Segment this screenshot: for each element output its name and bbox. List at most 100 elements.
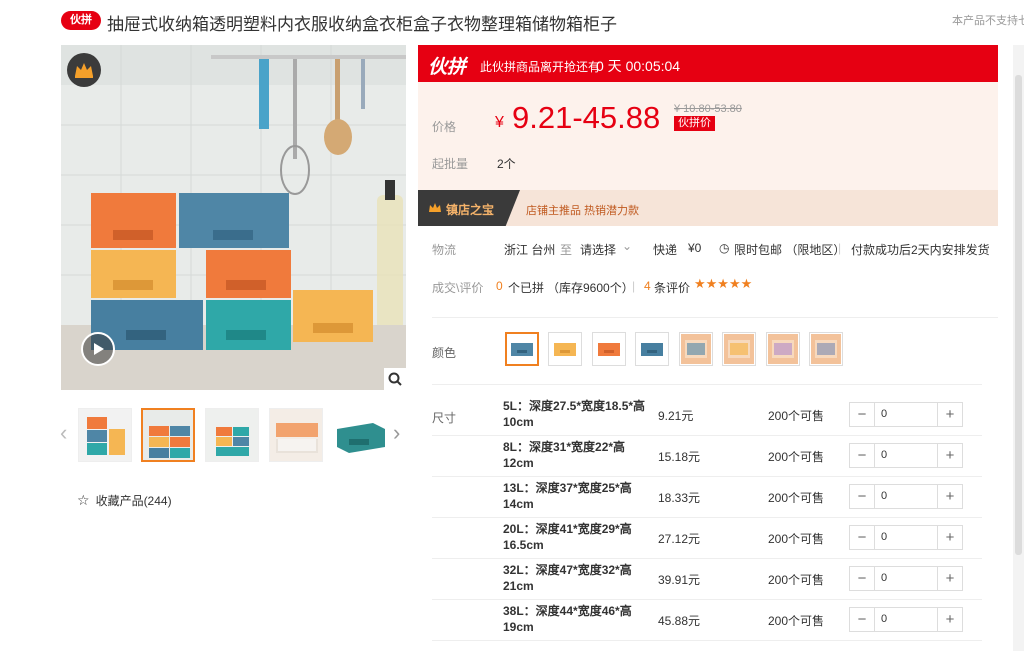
ship-time: 付款成功后2天内安排发货 [851, 243, 990, 257]
currency-symbol: ¥ [495, 114, 504, 131]
original-price: ¥ 10.80-53.80 [674, 103, 742, 115]
size-row: 32L：深度47*宽度32*高21cm 39.91元 200个可售 −0 + [432, 559, 982, 600]
ship-to-select[interactable]: 请选择 [580, 241, 616, 258]
color-swatch-photo-2[interactable] [722, 332, 756, 366]
plus-button[interactable]: + [938, 485, 962, 508]
thumbnail-1[interactable] [78, 408, 132, 462]
minus-button[interactable]: − [850, 526, 874, 549]
thumbnail-2-selected[interactable] [141, 408, 195, 462]
quantity-stepper: −0 + [849, 525, 963, 550]
crown-icon [67, 53, 101, 87]
thumb-prev-icon[interactable]: ‹ [60, 422, 67, 444]
huopin-price-tag: 伙拼价 [674, 116, 715, 131]
thumbnail-5[interactable] [332, 408, 386, 462]
divider: | [838, 241, 842, 255]
quantity-input[interactable]: 0 [874, 526, 938, 549]
quantity-stepper: −0 + [849, 402, 963, 427]
notice-text: 本产品不支持七 [952, 15, 1024, 27]
color-swatch-darkblue[interactable] [635, 332, 669, 366]
size-name: 8L：深度31*宽度22*高12cm [503, 440, 626, 470]
chevron-down-icon[interactable]: ⌄ [622, 239, 632, 253]
sold-count: 0 [496, 279, 503, 293]
thumbnail-3[interactable] [205, 408, 259, 462]
countdown-timer: 0 天 00:05:04 [596, 58, 681, 74]
quantity-input[interactable]: 0 [874, 485, 938, 508]
deals-label: 成交\评价 [432, 281, 484, 295]
size-price: 9.21元 [658, 409, 694, 423]
promo-banner: 伙拼 此伙拼商品离开抢还有 0 天 00:05:04 [418, 45, 998, 82]
free-ship-limit: 限时包邮 （限地区） [734, 243, 846, 257]
plus-button[interactable]: + [938, 567, 962, 590]
divider [432, 317, 998, 318]
play-video-icon[interactable] [81, 332, 115, 366]
crown-small-icon [428, 201, 442, 219]
quantity-input[interactable]: 0 [874, 608, 938, 631]
minus-button[interactable]: − [850, 403, 874, 426]
favorite-button[interactable]: ☆ 收藏产品(244) [77, 492, 172, 509]
size-price: 27.12元 [658, 532, 701, 546]
color-swatch-orange[interactable] [592, 332, 626, 366]
moq-value: 2个 [497, 157, 516, 171]
size-price: 39.91元 [658, 573, 701, 587]
express-fee: ¥0 [688, 241, 702, 255]
size-row: 38L：深度44*宽度46*高19cm 45.88元 200个可售 −0 + [432, 600, 982, 641]
ship-from: 浙江 台州 [504, 243, 556, 257]
rating-stars: ★★★★★ [694, 276, 753, 291]
size-price: 15.18元 [658, 450, 701, 464]
favorite-label: 收藏产品(244) [95, 494, 172, 508]
huopin-logo: 伙拼 [428, 57, 467, 78]
price-area: 价格 ¥ 9.21-45.88 ¥ 10.80-53.80 伙拼价 起批量 2个 [418, 82, 998, 190]
quantity-input[interactable]: 0 [874, 403, 938, 426]
size-price: 18.33元 [658, 491, 701, 505]
express-label: 快递 [653, 243, 678, 257]
color-swatch-yellow[interactable] [548, 332, 582, 366]
size-name: 20L：深度41*宽度29*高16.5cm [503, 522, 632, 552]
promo-text: 此伙拼商品离开抢还有 [480, 60, 601, 74]
plus-button[interactable]: + [938, 403, 962, 426]
minus-button[interactable]: − [850, 608, 874, 631]
divider: | [632, 279, 636, 293]
sold-text: 个已拼 [508, 281, 545, 295]
quantity-stepper: −0 + [849, 566, 963, 591]
price-label: 价格 [432, 120, 457, 134]
logistics-label: 物流 [432, 243, 457, 257]
quantity-input[interactable]: 0 [874, 444, 938, 467]
product-title: 抽屉式收纳箱透明塑料内衣服收纳盒衣柜盒子衣物整理箱储物箱柜子 [107, 15, 617, 34]
plus-button[interactable]: + [938, 444, 962, 467]
plus-button[interactable]: + [938, 608, 962, 631]
color-swatch-photo-3[interactable] [766, 332, 800, 366]
product-photo [61, 45, 406, 390]
title-bar: 伙拼 抽屉式收纳箱透明塑料内衣服收纳盒衣柜盒子衣物整理箱储物箱柜子 本产品不支持… [0, 0, 1024, 44]
price-range: 9.21-45.88 [512, 100, 661, 135]
size-stock: 200个可售 [768, 532, 825, 546]
color-swatch-blue[interactable] [505, 332, 539, 366]
main-product-image[interactable] [61, 45, 406, 390]
stock-text: （库存9600个） [547, 281, 634, 295]
review-count[interactable]: 4 [644, 279, 651, 293]
minus-button[interactable]: − [850, 485, 874, 508]
quantity-stepper: −0 + [849, 607, 963, 632]
thumbnail-4[interactable] [269, 408, 323, 462]
size-row: 8L：深度31*宽度22*高12cm 15.18元 200个可售 −0 + [432, 436, 982, 477]
moq-label: 起批量 [432, 157, 469, 171]
plus-button[interactable]: + [938, 526, 962, 549]
size-name: 5L：深度27.5*宽度18.5*高10cm [503, 399, 646, 429]
size-name: 13L：深度37*宽度25*高14cm [503, 481, 632, 511]
minus-button[interactable]: − [850, 567, 874, 590]
zoom-icon[interactable] [384, 368, 406, 390]
ship-to-word: 至 [560, 243, 573, 257]
quantity-input[interactable]: 0 [874, 567, 938, 590]
size-name: 32L：深度47*宽度32*高21cm [503, 563, 632, 593]
minus-button[interactable]: − [850, 444, 874, 467]
review-text[interactable]: 条评价 [654, 279, 690, 296]
scrollbar-thumb[interactable] [1015, 75, 1022, 555]
divider [432, 384, 982, 385]
clock-icon: ◷ [719, 241, 730, 255]
quantity-stepper: −0 + [849, 484, 963, 509]
thumb-next-icon[interactable]: › [393, 422, 400, 444]
color-swatch-photo-4[interactable] [809, 332, 843, 366]
color-swatch-photo-1[interactable] [679, 332, 713, 366]
size-price: 45.88元 [658, 614, 701, 628]
huopin-badge: 伙拼 [61, 11, 101, 30]
page-scrollbar[interactable] [1013, 45, 1024, 651]
